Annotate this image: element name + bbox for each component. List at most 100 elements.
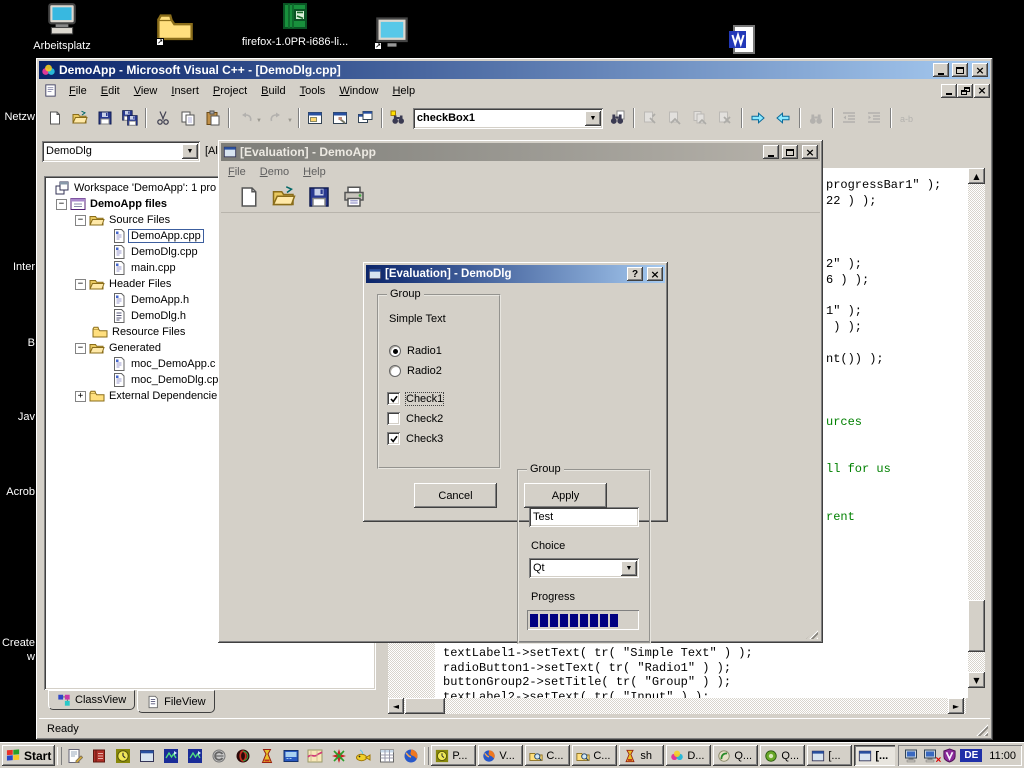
choice-dropdown-button[interactable]: ▼	[621, 561, 637, 576]
quicklaunch-wine-button[interactable]	[259, 748, 275, 764]
quicklaunch-file-transfer-button[interactable]	[163, 748, 179, 764]
radio-radio2[interactable]: Radio2	[389, 365, 442, 377]
paste-button[interactable]	[200, 107, 225, 130]
menu-item-edit[interactable]: Edit	[94, 82, 127, 100]
tab-classview[interactable]: ClassView	[48, 690, 135, 710]
mdi-close-button[interactable]: ×	[974, 84, 990, 98]
desktop-icon-firefox-package[interactable]: firefox-1.0PR-i686-li...	[235, 0, 355, 48]
menu-item-project[interactable]: Project	[206, 82, 254, 100]
mdi-minimize-button[interactable]	[941, 84, 957, 98]
vc-titlebar[interactable]: DemoApp - Microsoft Visual C++ - [DemoDl…	[39, 61, 990, 79]
vscroll-thumb[interactable]	[968, 600, 985, 652]
quicklaunch-address-book-button[interactable]	[91, 748, 107, 764]
start-button[interactable]: Start	[2, 745, 55, 766]
nav-back-button[interactable]	[771, 107, 796, 130]
app-maximize-button[interactable]	[782, 145, 798, 159]
horizontal-scrollbar[interactable]: ◄ ►	[388, 698, 966, 714]
close-button[interactable]: ×	[972, 63, 988, 77]
dlg-help-button[interactable]: ?	[627, 267, 643, 281]
dlg-close-button[interactable]: ×	[647, 267, 663, 281]
copy-button[interactable]	[175, 107, 200, 130]
combo-dropdown-button[interactable]: ▼	[182, 144, 198, 159]
tree-expander-collapse-icon[interactable]: −	[75, 279, 86, 290]
menu-item-help[interactable]: Help	[385, 82, 422, 100]
menu-item-insert[interactable]: Insert	[164, 82, 206, 100]
scroll-left-button[interactable]: ◄	[388, 698, 404, 714]
taskbar-task-quanta[interactable]: Q...	[713, 745, 758, 766]
minimize-button[interactable]	[933, 63, 949, 77]
network-computer-error-icon[interactable]: ×	[923, 748, 939, 764]
quicklaunch-opera-button[interactable]	[235, 748, 251, 764]
taskbar-task-vcpp[interactable]: D...	[666, 745, 711, 766]
taskbar-task-app-window[interactable]: [...	[807, 745, 852, 766]
tree-expander-collapse-icon[interactable]: −	[75, 215, 86, 226]
quicklaunch-clock-button[interactable]	[115, 748, 131, 764]
save-button[interactable]	[307, 185, 331, 209]
open-folder-button[interactable]	[67, 107, 92, 130]
app-menu-item-demo[interactable]: Demo	[253, 163, 296, 181]
quicklaunch-file-transfer-button[interactable]	[187, 748, 203, 764]
checkbox-icon[interactable]	[387, 412, 400, 425]
cancel-button[interactable]: Cancel	[414, 483, 497, 508]
new-document-button[interactable]	[42, 107, 67, 130]
save-all-button[interactable]	[117, 107, 142, 130]
open-folder-button[interactable]	[272, 185, 296, 209]
scroll-right-button[interactable]: ►	[948, 698, 964, 714]
input-field[interactable]: Test	[529, 507, 639, 527]
tab-fileview[interactable]: FileView	[137, 690, 214, 713]
resource-edit-button[interactable]	[328, 107, 353, 130]
app-menu-item-file[interactable]: File	[221, 163, 253, 181]
tree-expander-expand-icon[interactable]: +	[75, 391, 86, 402]
tree-expander-collapse-icon[interactable]: −	[75, 343, 86, 354]
maximize-button[interactable]	[952, 63, 968, 77]
quicklaunch-show-desktop-button[interactable]	[67, 748, 83, 764]
app-menu-item-help[interactable]: Help	[296, 163, 333, 181]
quicklaunch-terminal-button[interactable]	[283, 748, 299, 764]
quicklaunch-window-button[interactable]	[139, 748, 155, 764]
checkbox-check1[interactable]: Check1	[387, 392, 443, 405]
antivirus-shield-icon[interactable]	[942, 748, 957, 763]
tree-expander-collapse-icon[interactable]: −	[56, 199, 67, 210]
save-button[interactable]	[92, 107, 117, 130]
window-cascade-button[interactable]	[353, 107, 378, 130]
app-titlebar[interactable]: [Evaluation] - DemoApp ×	[221, 143, 820, 161]
desktop-icon-my-computer[interactable]: Arbeitsplatz	[12, 2, 112, 52]
app-minimize-button[interactable]	[763, 145, 779, 159]
quicklaunch-map-viewer-button[interactable]	[307, 748, 323, 764]
members-combo-partial[interactable]: [Al	[205, 145, 218, 157]
taskbar-task-wine[interactable]: sh	[619, 745, 664, 766]
quicklaunch-e-browser-button[interactable]	[211, 748, 227, 764]
taskbar-grip[interactable]	[424, 747, 429, 765]
checkbox-check3[interactable]: Check3	[387, 432, 443, 445]
resize-grip[interactable]	[975, 723, 988, 736]
taskbar-task-clock[interactable]: P...	[431, 745, 476, 766]
dlg-titlebar[interactable]: [Evaluation] - DemoDlg ? ×	[366, 265, 665, 283]
app-close-button[interactable]: ×	[802, 145, 818, 159]
desktop-icon-folder-shortcut[interactable]: ↗	[125, 8, 225, 49]
menu-item-build[interactable]: Build	[254, 82, 292, 100]
find-in-files-button[interactable]	[605, 107, 630, 130]
choice-combobox[interactable]: Qt ▼	[529, 558, 639, 578]
taskbar-task-folder-search[interactable]: C...	[572, 745, 617, 766]
taskbar-task-firefox[interactable]: V...	[478, 745, 523, 766]
checkbox-check2[interactable]: Check2	[387, 412, 443, 425]
app-resize-grip[interactable]	[806, 628, 818, 639]
find-combo-dropdown-button[interactable]: ▼	[585, 111, 601, 126]
desktop-icon-display-shortcut[interactable]: ↗	[342, 14, 442, 53]
quicklaunch-firefox-button[interactable]	[403, 748, 419, 764]
apply-button[interactable]: Apply	[524, 483, 607, 508]
vertical-scrollbar[interactable]: ▲ ▼	[968, 168, 985, 688]
radio-circle-icon[interactable]	[389, 365, 401, 377]
resource-view-button[interactable]	[303, 107, 328, 130]
scroll-down-button[interactable]: ▼	[968, 672, 985, 688]
taskbar-grip[interactable]	[57, 747, 62, 765]
taskbar-task-qt[interactable]: Q...	[760, 745, 805, 766]
print-button[interactable]	[342, 185, 366, 209]
quicklaunch-spreadsheet-button[interactable]	[379, 748, 395, 764]
desktop-icon-word-document[interactable]	[692, 24, 792, 59]
scroll-up-button[interactable]: ▲	[968, 168, 985, 184]
menu-item-tools[interactable]: Tools	[293, 82, 333, 100]
taskbar-task-folder-search[interactable]: C...	[525, 745, 570, 766]
network-computer-icon[interactable]	[904, 748, 920, 764]
menu-item-window[interactable]: Window	[332, 82, 385, 100]
